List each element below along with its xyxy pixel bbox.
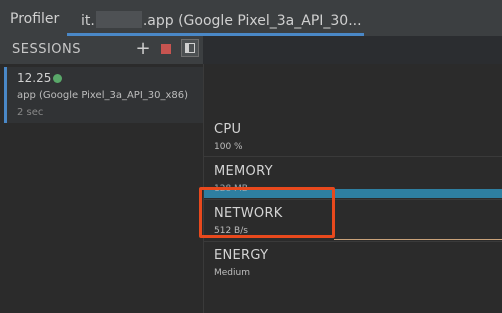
session-selection-bar bbox=[4, 67, 7, 123]
sessions-title: SESSIONS bbox=[12, 42, 82, 57]
profiler-tab-bar: Profiler it. .app (Google Pixel_3a_API_30… bbox=[0, 0, 502, 36]
monitor-timeline-header bbox=[204, 64, 502, 116]
sessions-panel: SESSIONS + 12.25 app (Google Pixel_3a_AP… bbox=[0, 36, 203, 313]
memory-monitor-title[interactable]: MEMORY bbox=[214, 164, 273, 179]
cpu-monitor-title[interactable]: CPU bbox=[214, 122, 241, 137]
row-divider bbox=[204, 241, 502, 242]
sessions-header: SESSIONS + bbox=[0, 36, 203, 64]
tab-app-suffix: .app (Google Pixel_3a_API_30... bbox=[142, 13, 362, 29]
toggle-panel-icon[interactable] bbox=[181, 39, 199, 57]
cpu-monitor-value: 100 % bbox=[214, 142, 243, 152]
tab-app-session-label: it. .app (Google Pixel_3a_API_30... bbox=[81, 11, 362, 29]
profiler-window: Profiler it. .app (Google Pixel_3a_API_30… bbox=[0, 0, 502, 313]
tab-app-prefix: it. bbox=[81, 13, 95, 29]
tab-app-session[interactable]: it. .app (Google Pixel_3a_API_30... bbox=[67, 4, 364, 36]
live-status-dot-icon bbox=[53, 74, 62, 83]
network-traffic-series bbox=[334, 239, 502, 240]
stop-icon[interactable] bbox=[158, 41, 174, 57]
session-duration: 2 sec bbox=[17, 107, 44, 118]
session-item[interactable]: 12.25 app (Google Pixel_3a_API_30_x86) 2… bbox=[4, 67, 203, 123]
plus-icon[interactable]: + bbox=[135, 40, 151, 58]
session-time: 12.25 bbox=[17, 71, 52, 85]
row-divider bbox=[204, 156, 502, 157]
energy-monitor-title[interactable]: ENERGY bbox=[214, 248, 268, 263]
network-highlight-annotation bbox=[199, 187, 335, 238]
energy-monitor-value: Medium bbox=[214, 268, 250, 278]
profiler-tool-label[interactable]: Profiler bbox=[10, 11, 59, 27]
session-name: app (Google Pixel_3a_API_30_x86) bbox=[17, 90, 189, 101]
redacted-text bbox=[95, 11, 142, 28]
